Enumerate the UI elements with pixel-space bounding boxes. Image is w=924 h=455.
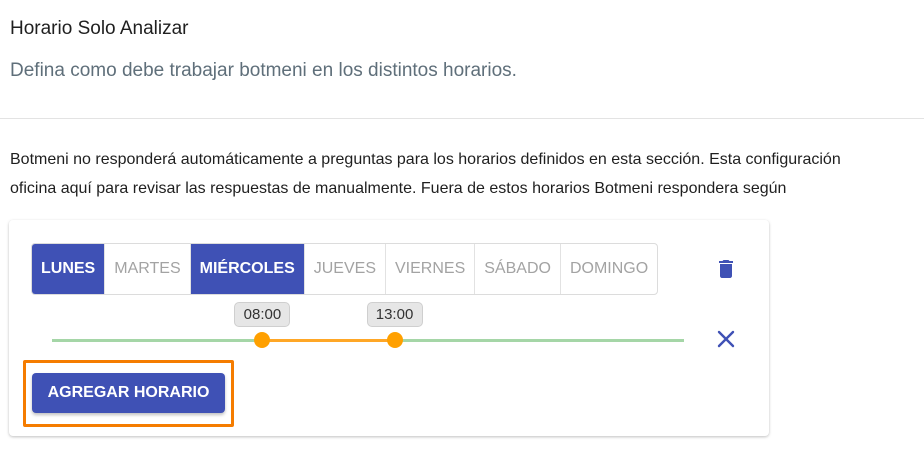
day-toggle-lunes[interactable]: LUNES <box>32 244 106 294</box>
end-time-handle[interactable] <box>386 332 403 348</box>
add-schedule-button[interactable]: AGREGAR HORARIO <box>32 373 225 413</box>
section-subtitle: Defina como debe trabajar botmeni en los… <box>10 60 517 81</box>
trash-icon[interactable] <box>714 257 738 281</box>
day-toggle-jueves[interactable]: JUEVES <box>305 244 386 294</box>
close-icon[interactable] <box>714 327 738 351</box>
day-toggle-viernes[interactable]: VIERNES <box>386 244 476 294</box>
description: Botmeni no responderá automáticamente a … <box>10 145 924 203</box>
divider <box>0 118 924 119</box>
description-line-1: Botmeni no responderá automáticamente a … <box>10 151 841 168</box>
start-time-handle[interactable] <box>254 332 271 348</box>
day-toggle-domingo[interactable]: DOMINGO <box>561 244 657 294</box>
add-schedule-highlight: AGREGAR HORARIO <box>23 360 234 427</box>
day-selector: LUNES MARTES MIÉRCOLES JUEVES VIERNES SÁ… <box>31 243 659 295</box>
slider-range-fill <box>262 339 395 342</box>
schedule-card: LUNES MARTES MIÉRCOLES JUEVES VIERNES SÁ… <box>9 220 769 436</box>
section-title: Horario Solo Analizar <box>10 18 189 39</box>
description-line-2: oficina aquí para revisar las respuestas… <box>10 180 787 197</box>
day-toggle-sabado[interactable]: SÁBADO <box>475 244 561 294</box>
start-time-label: 08:00 <box>234 302 291 327</box>
end-time-label: 13:00 <box>366 302 423 327</box>
time-range-slider[interactable]: 08:00 13:00 <box>52 300 684 350</box>
section-header: Horario Solo Analizar <box>10 16 188 42</box>
day-toggle-martes[interactable]: MARTES <box>105 244 191 294</box>
day-toggle-miercoles[interactable]: MIÉRCOLES <box>190 244 305 294</box>
